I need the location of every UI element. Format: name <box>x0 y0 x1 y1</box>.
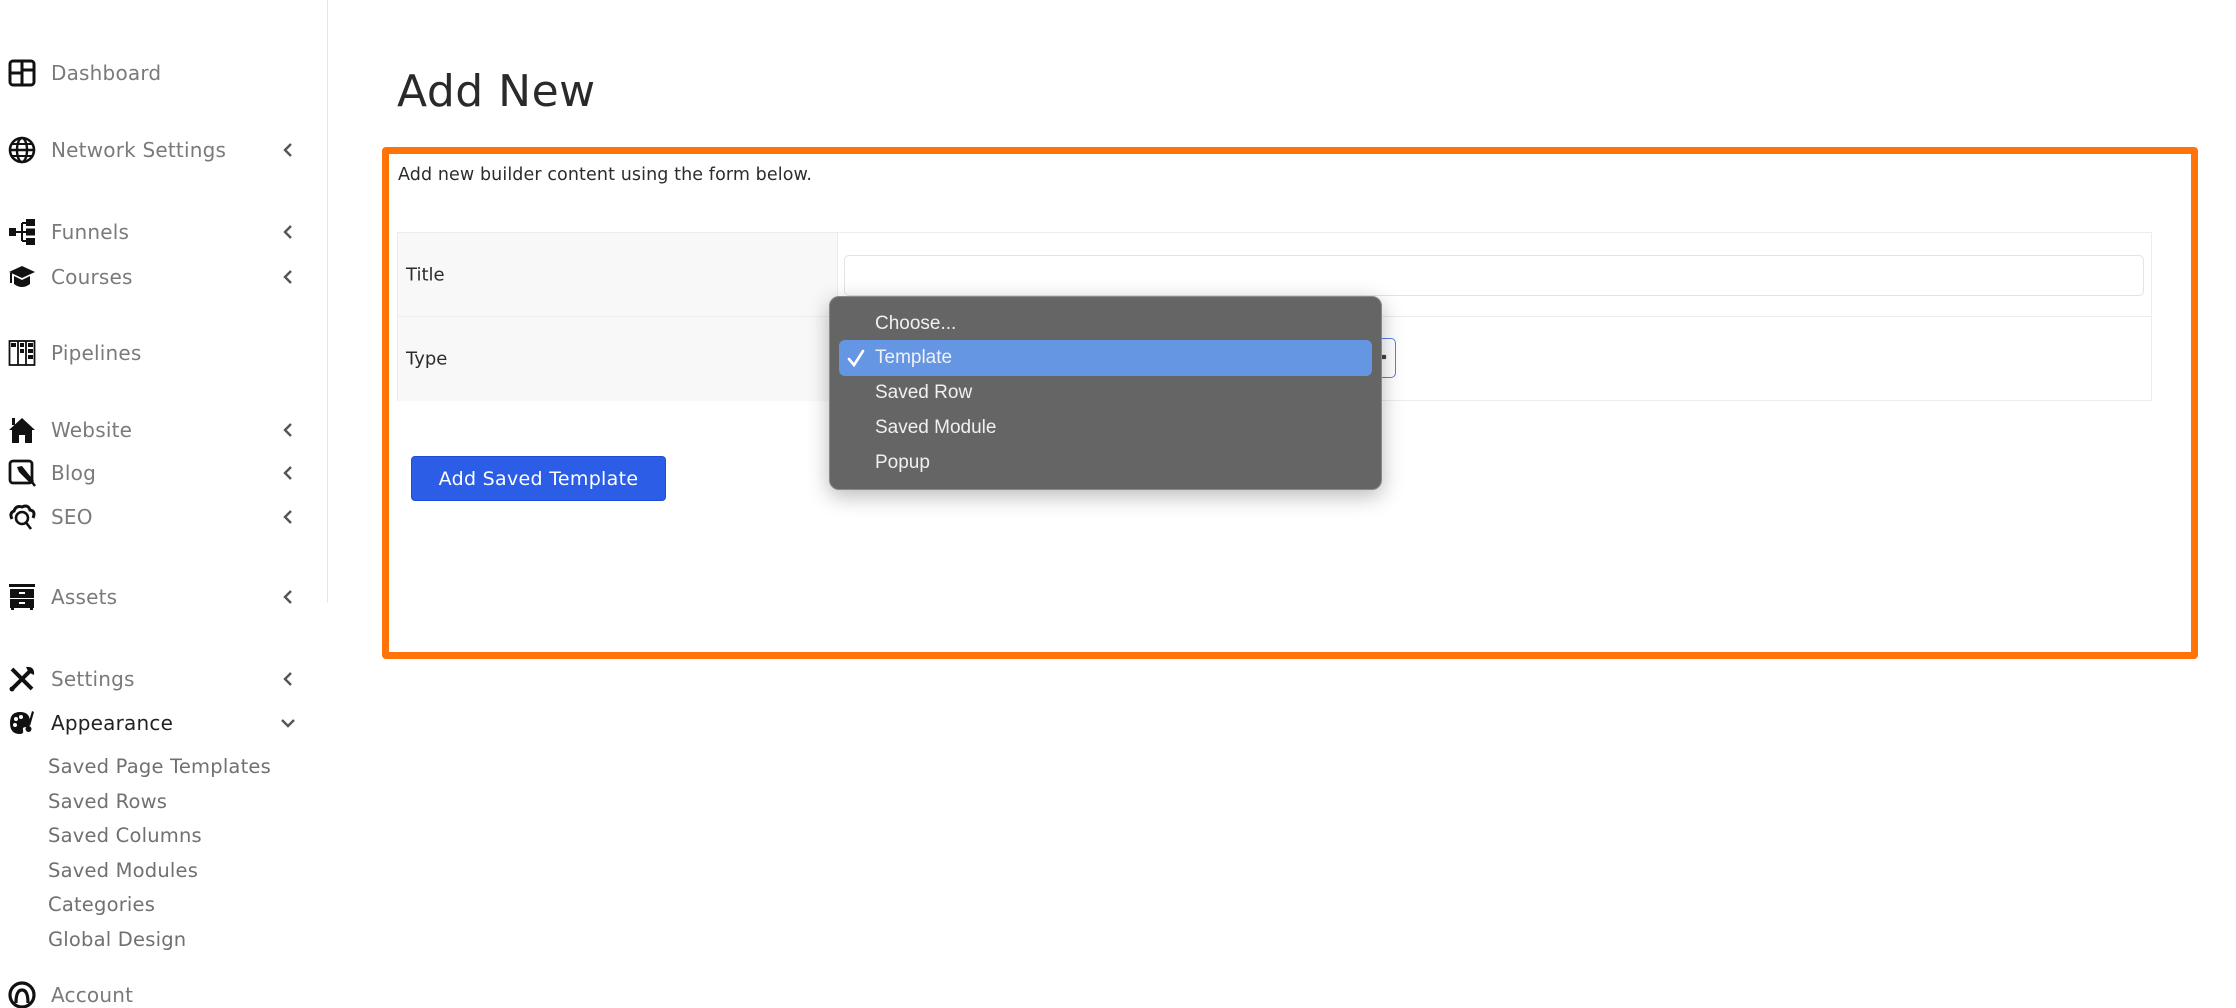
sidebar-item-website[interactable]: Website <box>0 412 310 448</box>
house-icon <box>8 416 36 444</box>
pen-square-icon <box>8 459 36 487</box>
dropdown-option-popup[interactable]: Popup <box>839 445 1372 481</box>
submenu-saved-modules[interactable]: Saved Modules <box>48 856 198 886</box>
submenu-global-design[interactable]: Global Design <box>48 925 186 955</box>
dropdown-option-template[interactable]: Template <box>839 340 1372 376</box>
title-label: Title <box>406 264 445 285</box>
form-description: Add new builder content using the form b… <box>398 165 812 185</box>
dropdown-option-saved-module[interactable]: Saved Module <box>839 410 1372 446</box>
chevron-left-icon[interactable] <box>278 140 298 160</box>
page-title: Add New <box>397 66 596 117</box>
cloud-search-icon <box>8 503 36 531</box>
sidebar-item-label: Website <box>51 418 133 442</box>
globe-icon <box>8 136 36 164</box>
sidebar-divider <box>327 0 328 603</box>
submenu-saved-rows[interactable]: Saved Rows <box>48 787 167 817</box>
dashboard-grid-icon <box>8 59 36 87</box>
checkmark-icon <box>847 349 865 368</box>
sidebar-item-label: Blog <box>51 461 97 485</box>
sidebar-item-network-settings[interactable]: Network Settings <box>0 132 310 168</box>
submenu-saved-page-templates[interactable]: Saved Page Templates <box>48 752 271 782</box>
sidebar-item-label: Funnels <box>51 220 130 244</box>
sidebar-item-account[interactable]: Account <box>0 977 310 1008</box>
chevron-left-icon[interactable] <box>278 507 298 527</box>
dropdown-option-saved-row[interactable]: Saved Row <box>839 375 1372 411</box>
submenu-saved-columns[interactable]: Saved Columns <box>48 821 202 851</box>
sidebar-item-assets[interactable]: Assets <box>0 579 310 615</box>
select-arrow-icon <box>1381 354 1387 360</box>
sidebar-item-label: Network Settings <box>51 138 227 162</box>
type-dropdown-menu: Choose... Template Saved Row Saved Modul… <box>829 296 1382 490</box>
chevron-left-icon[interactable] <box>278 463 298 483</box>
chevron-left-icon[interactable] <box>278 587 298 607</box>
sidebar: Dashboard Network Settings Funnels Cours… <box>0 0 328 1008</box>
dropdown-option-choose[interactable]: Choose... <box>839 306 1372 342</box>
sidebar-item-blog[interactable]: Blog <box>0 455 310 491</box>
drawer-cabinet-icon <box>8 583 36 611</box>
sidebar-item-label: Assets <box>51 585 118 609</box>
sitemap-icon <box>8 218 36 246</box>
sidebar-item-label: Appearance <box>51 711 174 735</box>
sidebar-item-dashboard[interactable]: Dashboard <box>0 55 310 91</box>
chevron-left-icon[interactable] <box>278 267 298 287</box>
add-saved-template-button[interactable]: Add Saved Template <box>411 456 666 501</box>
chevron-down-icon[interactable] <box>278 713 298 733</box>
type-label: Type <box>406 348 448 370</box>
sidebar-item-courses[interactable]: Courses <box>0 259 310 295</box>
sidebar-item-label: Account <box>51 983 134 1007</box>
sidebar-item-pipelines[interactable]: Pipelines <box>0 335 310 371</box>
palette-icon <box>8 709 36 737</box>
sidebar-item-label: Pipelines <box>51 341 142 365</box>
sidebar-item-label: Courses <box>51 265 133 289</box>
chevron-left-icon[interactable] <box>278 222 298 242</box>
kanban-board-icon <box>8 339 36 367</box>
sidebar-item-settings[interactable]: Settings <box>0 661 310 697</box>
sidebar-item-label: Dashboard <box>51 61 162 85</box>
tools-icon <box>8 665 36 693</box>
sidebar-item-label: Settings <box>51 667 135 691</box>
title-input[interactable] <box>844 255 2144 296</box>
sidebar-item-label: SEO <box>51 505 93 529</box>
chevron-left-icon[interactable] <box>278 669 298 689</box>
graduation-cap-icon <box>8 263 36 291</box>
chevron-left-icon[interactable] <box>278 420 298 440</box>
sidebar-item-appearance[interactable]: Appearance <box>0 705 310 741</box>
sidebar-item-funnels[interactable]: Funnels <box>0 214 310 250</box>
submenu-categories[interactable]: Categories <box>48 890 155 920</box>
account-circle-icon <box>8 981 36 1008</box>
sidebar-item-seo[interactable]: SEO <box>0 499 310 535</box>
